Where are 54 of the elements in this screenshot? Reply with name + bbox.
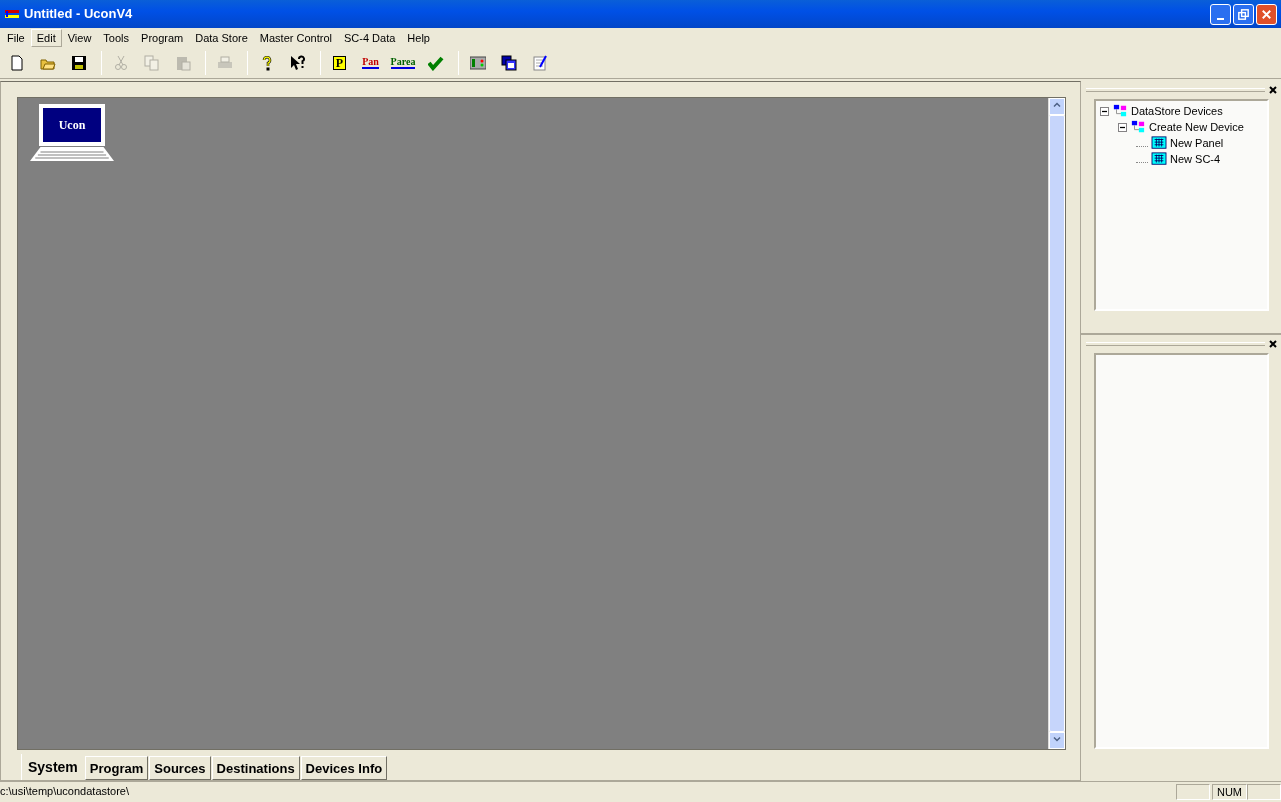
laptop-keyboard-icon (30, 146, 114, 162)
menu-item[interactable]: Program (135, 28, 190, 47)
minus-icon (1120, 124, 1125, 130)
menu-item[interactable]: SC-4 Data (337, 28, 402, 47)
menu-item[interactable]: Data Store (189, 28, 254, 47)
close-button[interactable] (1269, 85, 1277, 95)
restore-icon (1236, 7, 1251, 23)
minimize-button[interactable] (1210, 3, 1231, 25)
scissors-icon (112, 54, 129, 71)
status-path: c:\usi\temp\ucondatastore\ (0, 784, 130, 800)
vertical-scrollbar[interactable] (1048, 98, 1065, 749)
menu-item[interactable]: File (1, 28, 31, 47)
panel-icon (469, 54, 486, 71)
grid-device-icon (1151, 152, 1167, 166)
status-pane (1247, 783, 1281, 800)
menu-item[interactable]: View (61, 28, 98, 47)
status-pane (1175, 783, 1210, 800)
tab[interactable]: Devices Info (300, 756, 388, 780)
notepad-icon (531, 54, 548, 71)
toolbar-button[interactable]: Pan (357, 49, 384, 76)
printer-icon (216, 54, 233, 71)
tree-item[interactable]: New Panel (1170, 134, 1224, 152)
tree-item[interactable]: DataStore Devices (1131, 102, 1223, 120)
tree-item[interactable]: New SC-4 (1170, 150, 1221, 168)
hierarchy-icon (1112, 104, 1128, 118)
menu-item[interactable]: Master Control (253, 28, 338, 47)
clipboard-icon (174, 54, 191, 71)
tab[interactable]: Sources (149, 756, 211, 780)
copy-icon (143, 54, 160, 71)
toolbar-button[interactable]: P (326, 49, 353, 76)
close-icon (1269, 340, 1277, 349)
check-mark-icon (427, 54, 444, 71)
grid-device-icon (1151, 136, 1167, 150)
minimize-icon (1217, 17, 1224, 20)
expand-toggle[interactable] (1100, 106, 1109, 116)
close-icon (1269, 86, 1277, 95)
expand-toggle[interactable] (1118, 122, 1127, 132)
minus-icon (1102, 108, 1107, 114)
hierarchy-icon (1130, 120, 1146, 134)
window-title: Untitled - UconV4 (24, 5, 134, 24)
restore-button[interactable] (1233, 3, 1254, 25)
menu-item[interactable]: Help (401, 28, 436, 47)
toolbar-button[interactable]: Parea (388, 49, 418, 76)
stacked-windows-icon (500, 54, 517, 71)
close-button[interactable] (1269, 339, 1277, 349)
tree-item[interactable]: Create New Device (1149, 118, 1244, 136)
device-label: Ucon (58, 117, 86, 133)
status-indicator: NUM (1211, 783, 1247, 800)
new-file-icon (8, 54, 25, 71)
tab[interactable]: Program (84, 756, 149, 780)
menu-item[interactable]: Edit (30, 28, 62, 47)
menu-item[interactable]: Tools (97, 28, 136, 47)
tab[interactable]: Destinations (211, 756, 300, 780)
pointer-question-icon (289, 54, 306, 71)
